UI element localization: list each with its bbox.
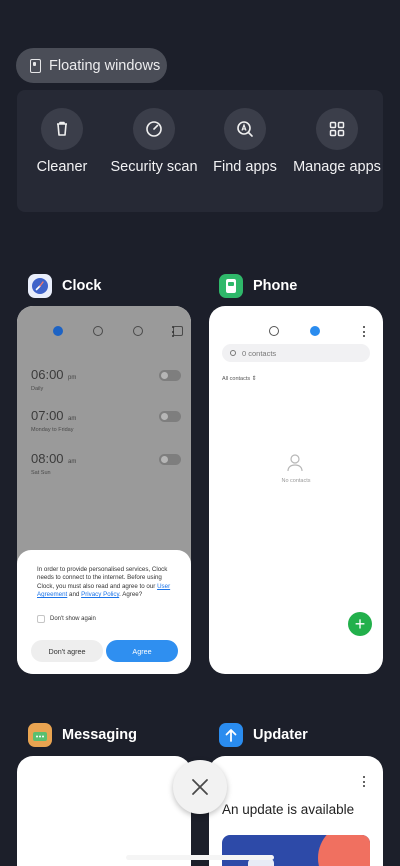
- contacts-filter: All contacts ⇕: [222, 375, 257, 382]
- dont-show-again-label: Don't show again: [50, 616, 96, 622]
- clock-app-icon: [28, 274, 52, 298]
- dont-show-again-checkbox[interactable]: Don't show again: [37, 615, 96, 623]
- updater-app-card[interactable]: An update is available: [209, 756, 383, 866]
- person-icon: [287, 454, 303, 472]
- alarm-repeat: Monday to Friday: [31, 427, 74, 433]
- search-icon: [230, 350, 236, 356]
- alarm-item: 08:00 am Sat Sun: [31, 450, 181, 476]
- dialog-message: In order to provide personalised service…: [37, 566, 177, 600]
- close-all-button[interactable]: [173, 760, 227, 814]
- gauge-icon: [133, 108, 175, 150]
- find-apps-button[interactable]: Find apps: [200, 108, 290, 176]
- messaging-app-icon: [28, 723, 52, 747]
- dialog-and-text: and: [69, 591, 80, 599]
- floating-windows-label: Floating windows: [49, 57, 161, 74]
- call-log-icon: [269, 326, 279, 336]
- alarm-ampm: pm: [68, 375, 77, 381]
- messaging-app-header[interactable]: Messaging: [28, 723, 137, 747]
- alarm-toggle: [159, 411, 181, 422]
- alarm-icon: [53, 326, 63, 336]
- alarm-item: 06:00 pm Daily: [31, 366, 181, 392]
- banner-shape: [318, 835, 370, 866]
- alarm-ampm: am: [68, 459, 77, 465]
- security-scan-button[interactable]: Security scan: [109, 108, 199, 176]
- updater-app-header[interactable]: Updater: [219, 723, 308, 747]
- close-icon: [192, 779, 208, 795]
- trash-icon: [41, 108, 83, 150]
- checkbox-icon: [37, 615, 45, 623]
- banner-shape: [248, 859, 274, 866]
- privacy-policy-link[interactable]: Privacy Policy: [81, 591, 119, 598]
- updater-app-icon: [219, 723, 243, 747]
- alarm-time: 08:00: [31, 451, 64, 466]
- security-scan-label: Security scan: [110, 159, 198, 175]
- floating-window-icon: [30, 58, 41, 73]
- cleaner-button[interactable]: Cleaner: [17, 108, 107, 176]
- messaging-app-name: Messaging: [62, 727, 137, 743]
- clock-menu-icon: [171, 326, 174, 337]
- clock-app-name: Clock: [62, 278, 102, 294]
- no-contacts-text: No contacts: [281, 478, 311, 484]
- phone-tabs: [269, 326, 320, 336]
- alarm-ampm: am: [68, 416, 77, 422]
- alarm-time: 06:00: [31, 367, 64, 382]
- clock-icon: [93, 326, 103, 336]
- alarm-repeat: Sat Sun: [31, 470, 51, 476]
- contacts-search-placeholder: 0 contacts: [242, 348, 277, 358]
- alarm-repeat: Daily: [31, 386, 44, 392]
- update-available-title: An update is available: [222, 802, 355, 817]
- update-banner-image: [222, 835, 370, 866]
- clock-app-card[interactable]: 06:00 pm Daily 07:00 am Monday to Friday…: [17, 306, 191, 674]
- phone-menu-icon: [362, 326, 365, 337]
- dialog-question: . Agree?: [119, 591, 143, 599]
- contacts-search-input: 0 contacts: [222, 344, 370, 362]
- grid-icon: [316, 108, 358, 150]
- phone-app-header[interactable]: Phone: [219, 274, 297, 298]
- phone-app-card[interactable]: 0 contacts All contacts ⇕ No contacts +: [209, 306, 383, 674]
- quick-actions-panel: Cleaner Security scan Find apps Manage a…: [17, 90, 383, 212]
- manage-apps-button[interactable]: Manage apps: [292, 108, 382, 176]
- internet-permission-dialog: In order to provide personalised service…: [17, 550, 191, 674]
- home-indicator[interactable]: [126, 855, 274, 860]
- phone-app-name: Phone: [253, 278, 298, 294]
- updater-menu-icon: [362, 776, 365, 787]
- messaging-app-card[interactable]: [17, 756, 191, 866]
- dialog-text: In order to provide personalised service…: [37, 566, 168, 590]
- plus-icon: +: [354, 614, 366, 634]
- add-contact-button: +: [348, 612, 372, 636]
- filter-arrows-icon: ⇕: [251, 376, 257, 382]
- updater-app-name: Updater: [253, 727, 308, 743]
- timer-icon: [173, 326, 183, 336]
- dont-agree-button[interactable]: Don't agree: [31, 640, 103, 662]
- alarm-item: 07:00 am Monday to Friday: [31, 407, 181, 433]
- agree-button[interactable]: Agree: [106, 640, 178, 662]
- clock-app-header[interactable]: Clock: [28, 274, 102, 298]
- manage-apps-label: Manage apps: [293, 159, 381, 175]
- phone-app-icon: [219, 274, 243, 298]
- alarm-toggle: [159, 454, 181, 465]
- cleaner-label: Cleaner: [36, 159, 88, 175]
- contacts-filter-label: All contacts: [222, 376, 251, 382]
- find-apps-icon: [224, 108, 266, 150]
- floating-windows-button[interactable]: Floating windows: [16, 48, 167, 83]
- stopwatch-icon: [133, 326, 143, 336]
- clock-tabs: [53, 326, 183, 336]
- find-apps-label: Find apps: [213, 159, 277, 175]
- contacts-icon: [310, 326, 320, 336]
- alarm-time: 07:00: [31, 408, 64, 423]
- alarm-toggle: [159, 370, 181, 381]
